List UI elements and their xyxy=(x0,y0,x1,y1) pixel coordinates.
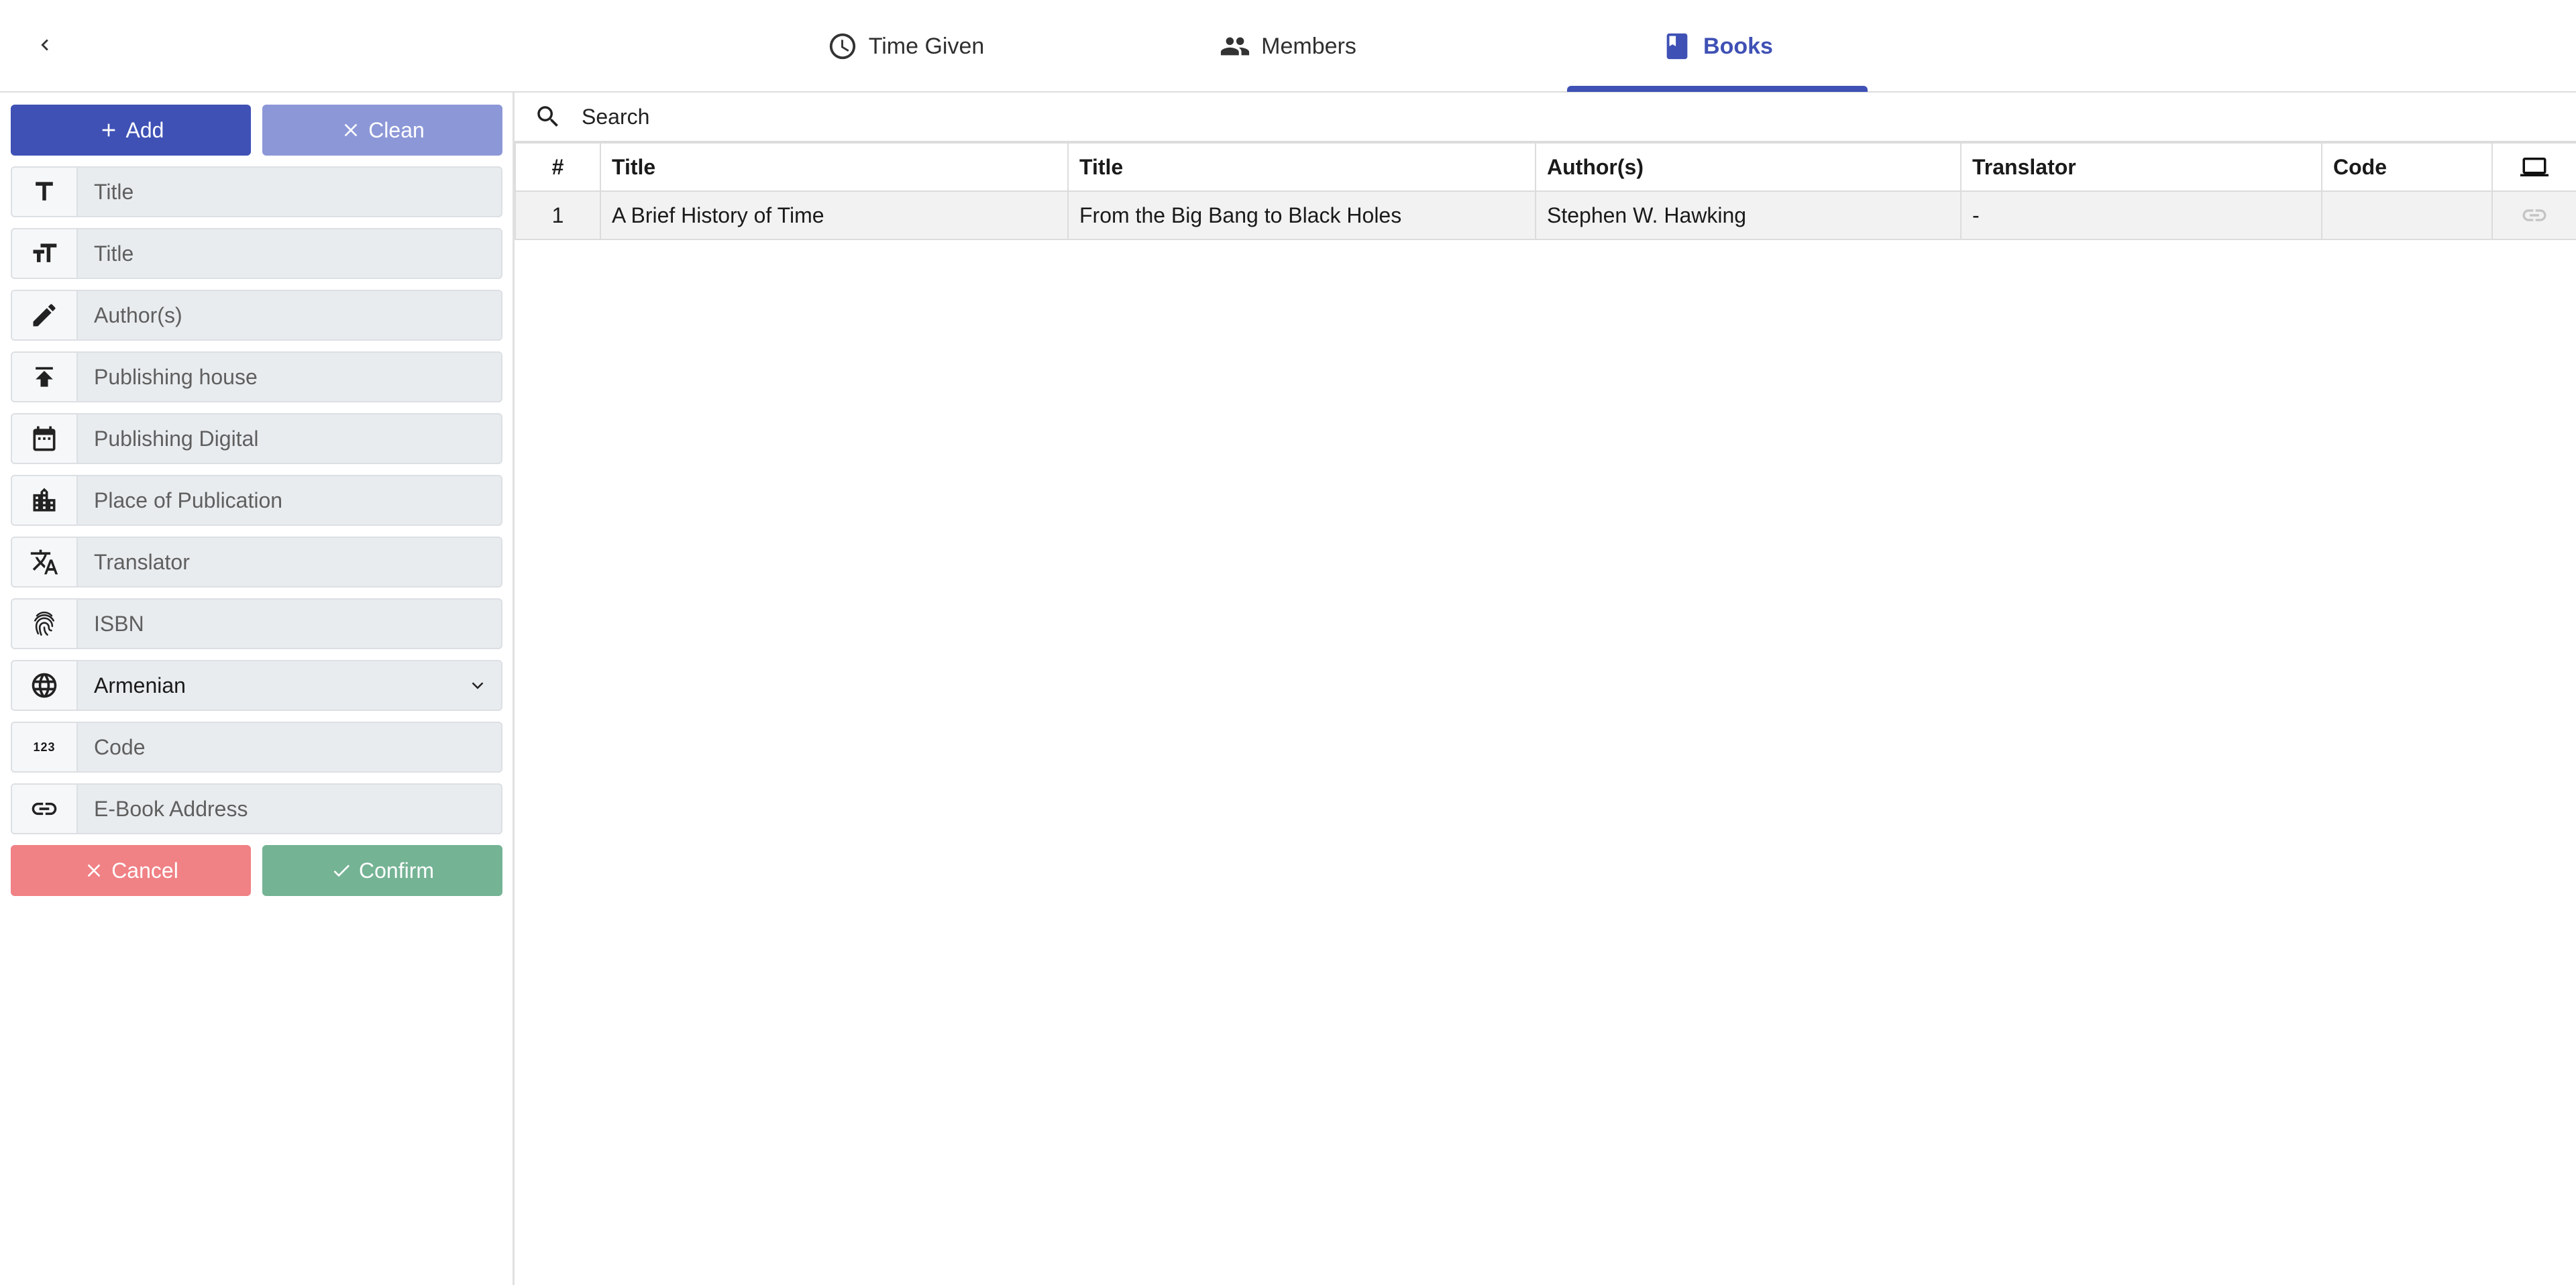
confirm-button[interactable]: Confirm xyxy=(262,845,502,896)
translate-icon xyxy=(12,538,78,586)
column-header-authors[interactable]: Author(s) xyxy=(1535,142,1962,192)
cancel-button[interactable]: Cancel xyxy=(11,845,251,896)
authors-field xyxy=(11,290,502,341)
cell-title: A Brief History of Time xyxy=(600,190,1069,240)
ebook-address-input[interactable] xyxy=(78,785,501,833)
book-icon xyxy=(1666,33,1688,60)
column-header-number[interactable]: # xyxy=(515,142,601,192)
link-icon xyxy=(12,785,78,833)
language-select[interactable]: Armenian xyxy=(11,660,502,711)
top-navigation-bar: Time Given Members Books xyxy=(0,0,2576,93)
chevron-down-icon xyxy=(454,661,501,710)
books-table: # Title Title Author(s) Translator Code … xyxy=(515,142,2576,240)
calendar-icon xyxy=(12,414,78,463)
column-header-translator[interactable]: Translator xyxy=(1960,142,2322,192)
ebook-address-field xyxy=(11,783,502,834)
search-icon xyxy=(515,103,582,131)
column-header-subtitle[interactable]: Title xyxy=(1067,142,1536,192)
book-form-panel: Add Clean Title Title Author(s) Publishi… xyxy=(0,93,515,1285)
publishing-house-field xyxy=(11,351,502,402)
publishing-date-field xyxy=(11,413,502,464)
confirm-button-label: Confirm xyxy=(358,858,434,883)
column-header-code[interactable]: Code xyxy=(2321,142,2493,192)
add-button[interactable]: Add xyxy=(11,105,251,156)
plus-icon xyxy=(102,123,115,137)
close-icon xyxy=(344,123,358,137)
clean-button[interactable]: Clean xyxy=(262,105,502,156)
numbers-icon: 123 xyxy=(12,723,78,771)
back-button[interactable] xyxy=(27,27,63,63)
subtitle-field xyxy=(11,228,502,279)
cell-translator: - xyxy=(1960,190,2322,240)
books-list-panel: # Title Title Author(s) Translator Code … xyxy=(515,93,2576,1285)
pencil-icon xyxy=(12,291,78,339)
cell-subtitle: From the Big Bang to Black Holes xyxy=(1067,190,1536,240)
isbn-input[interactable] xyxy=(78,600,501,648)
title-input[interactable] xyxy=(78,168,501,216)
search-bar xyxy=(515,93,2576,142)
column-header-ebook[interactable] xyxy=(2491,142,2576,192)
column-header-title[interactable]: Title xyxy=(600,142,1069,192)
cancel-button-label: Cancel xyxy=(111,858,178,883)
text-title-icon xyxy=(12,168,78,216)
cell-number: 1 xyxy=(515,190,601,240)
laptop-icon xyxy=(2520,158,2548,176)
publishing-date-input[interactable] xyxy=(78,414,501,463)
publish-icon xyxy=(12,353,78,401)
title-field xyxy=(11,166,502,217)
close-icon xyxy=(87,864,101,877)
tab-time-given-label: Time Given xyxy=(868,33,985,59)
tab-members[interactable]: Members xyxy=(1154,0,1422,93)
globe-icon xyxy=(12,661,78,710)
translator-field xyxy=(11,537,502,588)
search-input[interactable] xyxy=(582,104,2576,129)
chevron-left-icon xyxy=(41,39,48,51)
table-header-row: # Title Title Author(s) Translator Code xyxy=(515,142,2576,192)
cell-ebook-link[interactable] xyxy=(2491,190,2576,240)
tab-books[interactable]: Books xyxy=(1567,0,1868,93)
tab-members-label: Members xyxy=(1261,33,1356,59)
link-icon xyxy=(2522,209,2546,221)
code-field: 123 xyxy=(11,722,502,773)
tab-time-given[interactable]: Time Given xyxy=(765,0,1046,93)
place-of-publication-field xyxy=(11,475,502,526)
check-icon xyxy=(333,864,350,877)
translator-input[interactable] xyxy=(78,538,501,586)
city-icon xyxy=(12,476,78,524)
authors-input[interactable] xyxy=(78,291,501,339)
code-input[interactable] xyxy=(78,723,501,771)
publishing-house-input[interactable] xyxy=(78,353,501,401)
table-row[interactable]: 1 A Brief History of Time From the Big B… xyxy=(515,190,2576,240)
add-button-label: Add xyxy=(125,117,164,142)
language-select-value: Armenian xyxy=(94,673,186,697)
subtitle-input[interactable] xyxy=(78,229,501,278)
tab-books-label: Books xyxy=(1703,33,1773,59)
place-of-publication-input[interactable] xyxy=(78,476,501,524)
isbn-field xyxy=(11,598,502,649)
text-size-icon xyxy=(12,229,78,278)
fingerprint-icon xyxy=(12,600,78,648)
cell-authors: Stephen W. Hawking xyxy=(1535,190,1962,240)
clock-icon xyxy=(829,33,855,60)
active-tab-indicator xyxy=(1567,86,1868,92)
clean-button-label: Clean xyxy=(368,117,425,142)
people-icon xyxy=(1221,37,1250,56)
cell-code xyxy=(2321,190,2493,240)
